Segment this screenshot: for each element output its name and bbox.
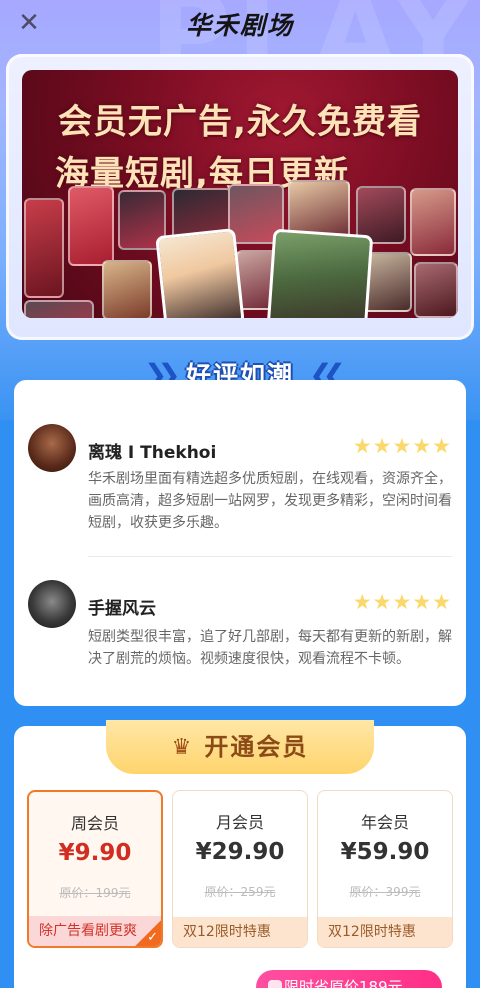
poster-image xyxy=(24,300,94,318)
poster-collage xyxy=(22,180,458,318)
plan-price: ¥29.90 xyxy=(195,839,285,865)
plan-original-price: 原价：199元 xyxy=(59,886,131,900)
plan-yearly[interactable]: 年会员 ¥59.90 原价：399元 双12限时特惠 xyxy=(317,790,453,948)
reviews-card: 离瑰 I Thekhoi ★★★★★ 华禾剧场里面有精选超多优质短剧，在线观看，… xyxy=(14,380,466,706)
plan-weekly[interactable]: 周会员 ¥9.90 原价：199元 除广告看剧更爽 ✓ xyxy=(27,790,163,948)
membership-title: 开通会员 xyxy=(204,733,309,761)
reviewer-name: 离瑰 I Thekhoi xyxy=(88,443,217,463)
poster-image xyxy=(24,198,64,298)
review-text: 华禾剧场里面有精选超多优质短剧，在线观看，资源齐全，画质高清，超多短剧一站网罗，… xyxy=(88,471,452,531)
poster-image xyxy=(68,186,114,266)
avatar xyxy=(28,424,76,472)
featured-cover xyxy=(155,228,245,318)
membership-header: ♛ 开通会员 xyxy=(106,720,374,774)
review-text: 短剧类型很丰富，追了好几部剧，每天都有更新的新剧，解决了剧荒的烦恼。视频速度很快… xyxy=(88,629,452,667)
plan-promo: 双12限时特惠 xyxy=(173,917,307,947)
poster-image xyxy=(414,262,458,318)
plan-name: 周会员 xyxy=(70,814,119,833)
plan-name: 年会员 xyxy=(360,813,409,832)
promo-banner[interactable]: 会员无广告,永久免费看 海量短剧,每日更新 xyxy=(22,70,458,318)
plan-name: 月会员 xyxy=(215,813,264,832)
poster-image xyxy=(410,188,456,256)
avatar xyxy=(28,580,76,628)
banner-headline: 会员无广告,永久免费看 xyxy=(58,102,422,142)
rating-stars-icon: ★★★★★ xyxy=(352,590,452,614)
selected-check-icon: ✓ xyxy=(135,920,161,946)
plan-original-price: 原价：399元 xyxy=(349,885,421,899)
plan-price: ¥59.90 xyxy=(340,839,430,865)
poster-image xyxy=(102,260,152,318)
featured-cover xyxy=(266,228,374,318)
discount-tag: 限时省原价189元 xyxy=(256,970,442,988)
discount-tag-text: 限时省原价189元 xyxy=(284,978,403,988)
plan-price: ¥9.90 xyxy=(58,840,132,866)
tag-icon xyxy=(268,980,282,988)
page-title: 华禾剧场 xyxy=(185,11,294,40)
review-divider xyxy=(88,556,452,557)
plan-original-price: 原价：259元 xyxy=(204,885,276,899)
crown-icon: ♛ xyxy=(171,734,192,760)
plan-monthly[interactable]: 月会员 ¥29.90 原价：259元 双12限时特惠 xyxy=(172,790,308,948)
plan-promo: 双12限时特惠 xyxy=(318,917,452,947)
rating-stars-icon: ★★★★★ xyxy=(352,434,452,458)
reviewer-name: 手握风云 xyxy=(88,599,156,619)
